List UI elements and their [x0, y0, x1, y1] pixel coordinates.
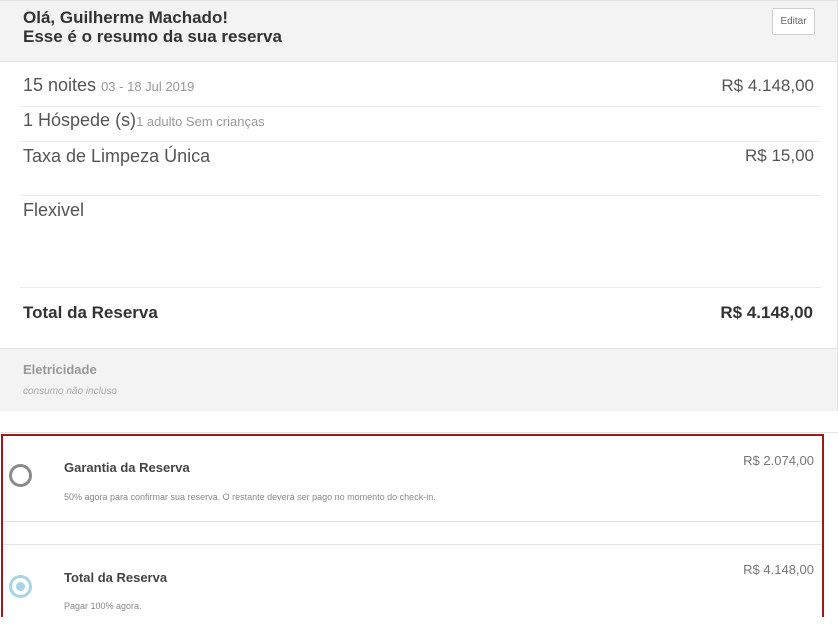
guests-label: 1 Hóspede (s) — [23, 110, 137, 130]
option-description: Pagar 100% agora. — [64, 601, 142, 611]
summary-subtitle: Esse é o resumo da sua reserva — [23, 27, 282, 46]
nights-label: 15 noites — [23, 75, 97, 95]
stay-dates: 03 - 18 Jul 2019 — [101, 79, 195, 94]
nights-row: 15 noites 03 - 18 Jul 2019 R$ 4.148,00 — [20, 62, 821, 107]
option-title: Garantia da Reserva — [64, 460, 190, 475]
payment-option-deposit[interactable]: Garantia da Reserva 50% agora para confi… — [3, 436, 822, 522]
guests-detail: 1 adulto Sem crianças — [136, 114, 265, 129]
cancellation-policy-row: Flexivel — [20, 196, 821, 288]
radio-button-selected[interactable] — [9, 575, 32, 598]
cancellation-policy-label: Flexivel — [23, 200, 85, 220]
extras-title: Eletricidade — [23, 362, 97, 377]
total-value: R$ 4.148,00 — [720, 303, 813, 322]
edit-button[interactable]: Editar — [772, 8, 815, 35]
option-price: R$ 4.148,00 — [743, 562, 814, 577]
option-price: R$ 2.074,00 — [743, 453, 814, 468]
payment-options-box: Garantia da Reserva 50% agora para confi… — [1, 434, 824, 617]
cleaning-fee-row: Taxa de Limpeza Única R$ 15,00 — [20, 142, 821, 196]
option-description: 50% agora para confirmar sua reserva. O … — [64, 492, 436, 502]
extras-note: consumo não incluso — [23, 386, 117, 397]
total-label: Total da Reserva — [23, 303, 158, 322]
summary-header: Olá, Guilherme Machado! Esse é o resumo … — [0, 1, 837, 62]
guests-row: 1 Hóspede (s)1 adulto Sem crianças — [20, 107, 821, 142]
nights-price: R$ 4.148,00 — [721, 76, 814, 95]
option-title: Total da Reserva — [64, 570, 168, 585]
section-divider — [0, 432, 838, 433]
extras-section: Eletricidade consumo não incluso — [0, 348, 837, 411]
cleaning-fee-label: Taxa de Limpeza Única — [23, 146, 211, 166]
radio-button-unselected[interactable] — [9, 464, 32, 487]
payment-option-full[interactable]: Total da Reserva Pagar 100% agora. R$ 4.… — [3, 544, 822, 617]
reservation-summary-card: Olá, Guilherme Machado! Esse é o resumo … — [0, 0, 838, 411]
greeting-title: Olá, Guilherme Machado! — [23, 8, 228, 27]
cleaning-fee-price: R$ 15,00 — [745, 146, 814, 165]
